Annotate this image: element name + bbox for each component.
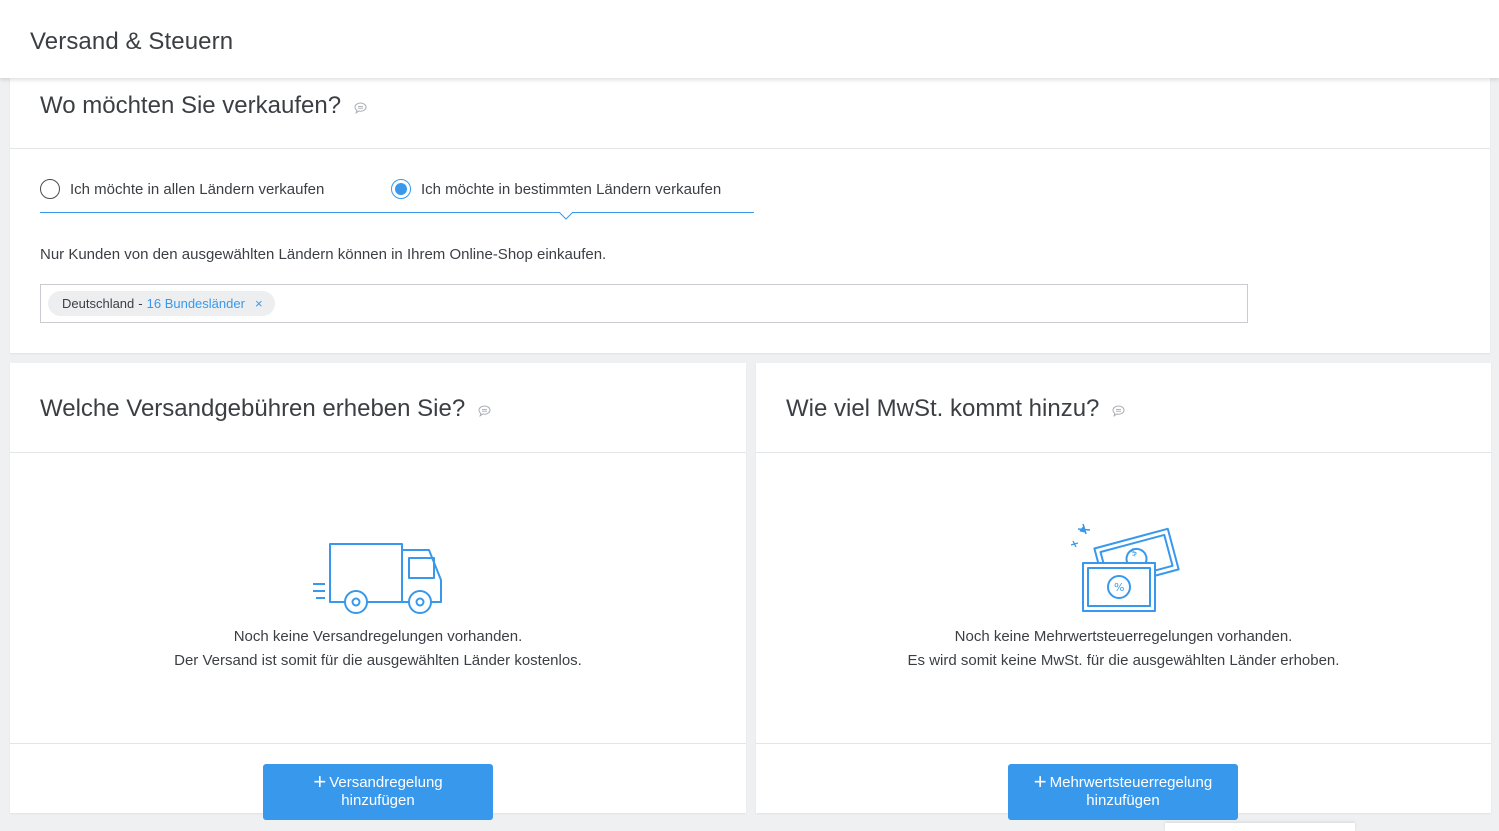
tax-title: Wie viel MwSt. kommt hinzu? bbox=[786, 395, 1125, 424]
radio-specific-countries-indicator[interactable] bbox=[391, 179, 411, 199]
add-shipping-rule-label-2: hinzufügen bbox=[341, 792, 415, 809]
plus-icon: + bbox=[1033, 769, 1047, 794]
radio-all-countries-indicator[interactable] bbox=[40, 179, 60, 199]
add-shipping-rule-button-line-1: + Versandregelung bbox=[263, 771, 493, 793]
add-shipping-rule-label-1: Versandregelung bbox=[329, 774, 443, 791]
country-chip: Deutschland - 16 Bundesländer × bbox=[48, 291, 275, 316]
shipping-header: Welche Versandgebühren erheben Sie? bbox=[10, 363, 746, 453]
tax-empty-text: Noch keine Mehrwertsteuerregelungen vorh… bbox=[756, 625, 1491, 673]
shipping-title-text: Welche Versandgebühren erheben Sie? bbox=[40, 395, 466, 422]
chip-remove-icon[interactable]: × bbox=[255, 296, 263, 311]
chip-country: Deutschland bbox=[62, 296, 135, 311]
next-card-edge bbox=[1165, 823, 1355, 831]
info-icon[interactable] bbox=[478, 396, 491, 424]
top-bar: Versand & Steuern bbox=[0, 0, 1499, 78]
sell-region-header: Wo möchten Sie verkaufen? bbox=[10, 78, 1490, 149]
tax-footer-divider bbox=[756, 743, 1491, 744]
shipping-empty-line-1: Noch keine Versandregelungen vorhanden. bbox=[233, 628, 523, 645]
shipping-empty-line-2: Der Versand ist somit für die ausgewählt… bbox=[174, 652, 582, 669]
truck-illustration-icon bbox=[313, 543, 442, 614]
shipping-footer-divider bbox=[10, 743, 746, 744]
info-icon[interactable] bbox=[1112, 396, 1125, 424]
sell-region-card: Wo möchten Sie verkaufen? Ich möchte in … bbox=[10, 78, 1490, 353]
radio-all-countries[interactable]: Ich möchte in allen Ländern verkaufen bbox=[40, 179, 324, 199]
add-tax-rule-label-2: hinzufügen bbox=[1086, 792, 1160, 809]
tax-title-text: Wie viel MwSt. kommt hinzu? bbox=[786, 395, 1100, 422]
add-tax-rule-label-1: Mehrwertsteuerregelung bbox=[1049, 774, 1213, 791]
add-tax-rule-button-line-1: + Mehrwertsteuerregelung bbox=[1008, 771, 1238, 793]
add-shipping-rule-button[interactable]: + Versandregelung hinzufügen bbox=[263, 764, 493, 820]
sell-option-group: Ich möchte in allen Ländern verkaufen Ic… bbox=[40, 178, 754, 220]
sell-region-title: Wo möchten Sie verkaufen? bbox=[40, 92, 367, 121]
radio-all-countries-label[interactable]: Ich möchte in allen Ländern verkaufen bbox=[70, 181, 324, 198]
radio-specific-countries-label[interactable]: Ich möchte in bestimmten Ländern verkauf… bbox=[421, 181, 721, 198]
shipping-card: Welche Versandgebühren erheben Sie? Noch… bbox=[10, 363, 746, 820]
chip-separator: - bbox=[138, 296, 143, 311]
country-tag-input[interactable]: Deutschland - 16 Bundesländer × bbox=[40, 284, 1248, 323]
banknotes-illustration-icon: $ % bbox=[1070, 523, 1180, 612]
shipping-empty-text: Noch keine Versandregelungen vorhanden. … bbox=[10, 625, 746, 673]
tax-front-note-symbol: % bbox=[1114, 581, 1124, 594]
shipping-title: Welche Versandgebühren erheben Sie? bbox=[40, 395, 491, 424]
sell-region-title-text: Wo möchten Sie verkaufen? bbox=[40, 92, 342, 119]
chip-regions-link[interactable]: 16 Bundesländer bbox=[147, 296, 245, 311]
selection-caret-icon bbox=[559, 212, 573, 220]
plus-icon: + bbox=[313, 769, 327, 794]
sell-region-hint: Nur Kunden von den ausgewählten Ländern … bbox=[40, 246, 607, 263]
tax-header: Wie viel MwSt. kommt hinzu? bbox=[756, 363, 1491, 453]
tax-card: Wie viel MwSt. kommt hinzu? $ % Noch kei… bbox=[756, 363, 1491, 820]
radio-specific-countries[interactable]: Ich möchte in bestimmten Ländern verkauf… bbox=[391, 179, 721, 199]
add-tax-rule-button[interactable]: + Mehrwertsteuerregelung hinzufügen bbox=[1008, 764, 1238, 820]
page-title: Versand & Steuern bbox=[30, 28, 234, 55]
info-icon[interactable] bbox=[354, 93, 367, 121]
tax-empty-line-2: Es wird somit keine MwSt. für die ausgew… bbox=[907, 652, 1340, 669]
tax-empty-line-1: Noch keine Mehrwertsteuerregelungen vorh… bbox=[954, 628, 1293, 645]
